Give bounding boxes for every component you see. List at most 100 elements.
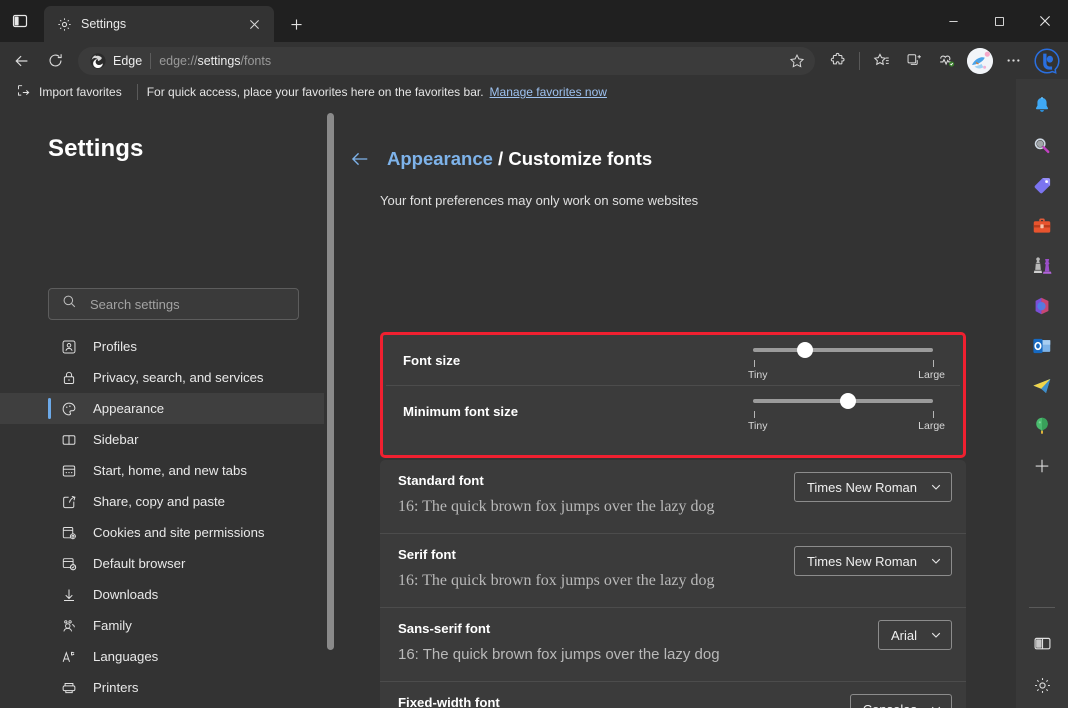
favorite-star-icon[interactable] bbox=[783, 49, 811, 73]
font-size-row: Font size Tiny Large bbox=[383, 335, 963, 385]
dropdown-value: Arial bbox=[891, 628, 917, 643]
font-size-slider[interactable]: Tiny Large bbox=[745, 338, 945, 385]
search-input[interactable]: Search settings bbox=[48, 288, 299, 320]
games-icon[interactable] bbox=[1025, 249, 1059, 283]
url-bold: settings bbox=[197, 54, 240, 68]
toolbar-divider bbox=[859, 52, 860, 70]
sidebar-item-cookies[interactable]: Cookies and site permissions bbox=[0, 517, 325, 548]
sidebar-item-languages[interactable]: Languages bbox=[0, 641, 325, 672]
url-suffix: /fonts bbox=[241, 54, 272, 68]
sidebar-item-system-performance[interactable]: System and performance bbox=[0, 703, 325, 708]
sidebar-item-family[interactable]: Family bbox=[0, 610, 325, 641]
search-icon[interactable] bbox=[1025, 129, 1059, 163]
tools-icon[interactable] bbox=[1025, 209, 1059, 243]
gear-icon[interactable] bbox=[1025, 668, 1059, 702]
settings-page: Settings Search settings Profiles bbox=[0, 105, 1016, 708]
back-icon[interactable] bbox=[6, 46, 38, 76]
browser-tab[interactable]: Settings bbox=[44, 6, 274, 42]
outlook-icon[interactable] bbox=[1025, 329, 1059, 363]
page-subtitle: Your font preferences may only work on s… bbox=[380, 193, 1016, 208]
family-icon bbox=[60, 617, 78, 635]
sidebar-item-profiles[interactable]: Profiles bbox=[0, 331, 325, 362]
minimum-font-size-slider[interactable]: Tiny Large bbox=[745, 389, 945, 436]
breadcrumb-text: Appearance / Customize fonts bbox=[387, 148, 652, 170]
standard-font-dropdown[interactable]: Times New Roman bbox=[794, 472, 952, 502]
refresh-icon[interactable] bbox=[39, 46, 71, 76]
settings-scrollbar[interactable] bbox=[324, 105, 336, 708]
url-text: edge://settings/fonts bbox=[159, 54, 775, 68]
slider-tick-max bbox=[933, 411, 934, 418]
scrollbar-thumb[interactable] bbox=[327, 113, 334, 650]
sidebar-item-label: Cookies and site permissions bbox=[93, 525, 265, 540]
notifications-icon[interactable] bbox=[1025, 89, 1059, 123]
page-title: Settings bbox=[48, 135, 325, 163]
tree-icon[interactable] bbox=[1025, 409, 1059, 443]
breadcrumb-current: Customize fonts bbox=[508, 148, 652, 169]
import-favorites-label: Import favorites bbox=[39, 85, 122, 99]
close-icon[interactable] bbox=[242, 12, 266, 36]
sidebar-item-appearance[interactable]: Appearance bbox=[0, 393, 325, 424]
profile-icon bbox=[60, 338, 78, 356]
dropdown-value: Times New Roman bbox=[807, 554, 917, 569]
slider-min-label: Tiny bbox=[748, 420, 767, 432]
slider-thumb[interactable] bbox=[797, 342, 813, 358]
back-arrow-icon[interactable] bbox=[350, 149, 370, 169]
import-favorites-button[interactable]: Import favorites bbox=[10, 80, 128, 104]
sans-serif-font-label: Sans-serif font bbox=[398, 621, 490, 636]
microsoft365-icon[interactable] bbox=[1025, 289, 1059, 323]
telegram-icon[interactable] bbox=[1025, 369, 1059, 403]
slider-max-label: Large bbox=[918, 420, 945, 432]
chevron-down-icon bbox=[930, 481, 942, 493]
dropdown-value: Consolas bbox=[863, 702, 917, 708]
sidebar-item-sidebar[interactable]: Sidebar bbox=[0, 424, 325, 455]
sidebar-item-start-home[interactable]: Start, home, and new tabs bbox=[0, 455, 325, 486]
home-icon bbox=[60, 462, 78, 480]
breadcrumb-parent-link[interactable]: Appearance bbox=[387, 148, 493, 169]
palette-icon bbox=[60, 400, 78, 418]
chevron-down-icon bbox=[930, 555, 942, 567]
sidebar-item-share-copy-paste[interactable]: Share, copy and paste bbox=[0, 486, 325, 517]
import-icon bbox=[16, 83, 31, 101]
minimize-button[interactable] bbox=[930, 0, 976, 42]
slider-track[interactable] bbox=[753, 348, 933, 352]
address-bar[interactable]: Edge edge://settings/fonts bbox=[78, 47, 815, 75]
sidebar-item-label: Appearance bbox=[93, 401, 164, 416]
new-tab-button[interactable] bbox=[282, 10, 310, 38]
add-icon[interactable] bbox=[1025, 449, 1059, 483]
extensions-icon[interactable] bbox=[822, 46, 854, 76]
rail-bottom-group bbox=[1016, 607, 1068, 702]
standard-font-label: Standard font bbox=[398, 473, 484, 488]
split-pane-icon[interactable] bbox=[1025, 626, 1059, 660]
close-button[interactable] bbox=[1022, 0, 1068, 42]
browser-essentials-icon[interactable] bbox=[931, 46, 963, 76]
sidebar-item-label: Privacy, search, and services bbox=[93, 370, 264, 385]
fixed-width-font-dropdown[interactable]: Consolas bbox=[850, 694, 952, 708]
serif-font-dropdown[interactable]: Times New Roman bbox=[794, 546, 952, 576]
shopping-tag-icon[interactable] bbox=[1025, 169, 1059, 203]
slider-thumb[interactable] bbox=[840, 393, 856, 409]
manage-favorites-link[interactable]: Manage favorites now bbox=[490, 85, 607, 99]
sans-serif-font-dropdown[interactable]: Arial bbox=[878, 620, 952, 650]
sidebar-item-privacy[interactable]: Privacy, search, and services bbox=[0, 362, 325, 393]
browser-icon bbox=[60, 555, 78, 573]
sidebar-item-label: Downloads bbox=[93, 587, 158, 602]
share-icon bbox=[60, 493, 78, 511]
avatar[interactable] bbox=[967, 48, 993, 74]
split-screen-icon[interactable] bbox=[898, 46, 930, 76]
sidebar-item-label: Start, home, and new tabs bbox=[93, 463, 247, 478]
settings-and-more-icon[interactable] bbox=[997, 46, 1029, 76]
sidebar-item-printers[interactable]: Printers bbox=[0, 672, 325, 703]
minimum-font-size-label: Minimum font size bbox=[403, 404, 518, 419]
breadcrumb-separator: / bbox=[498, 148, 503, 169]
collections-favorites-icon[interactable] bbox=[865, 46, 897, 76]
sidebar-item-default-browser[interactable]: Default browser bbox=[0, 548, 325, 579]
settings-sidebar: Settings Search settings Profiles bbox=[0, 105, 325, 708]
language-icon bbox=[60, 648, 78, 666]
tab-actions-button[interactable] bbox=[0, 0, 40, 42]
sidebar-item-label: Languages bbox=[93, 649, 158, 664]
sidebar-item-downloads[interactable]: Downloads bbox=[0, 579, 325, 610]
slider-tick-max bbox=[933, 360, 934, 367]
title-bar: Settings bbox=[0, 0, 1068, 42]
maximize-button[interactable] bbox=[976, 0, 1022, 42]
copilot-icon[interactable] bbox=[1032, 46, 1062, 76]
